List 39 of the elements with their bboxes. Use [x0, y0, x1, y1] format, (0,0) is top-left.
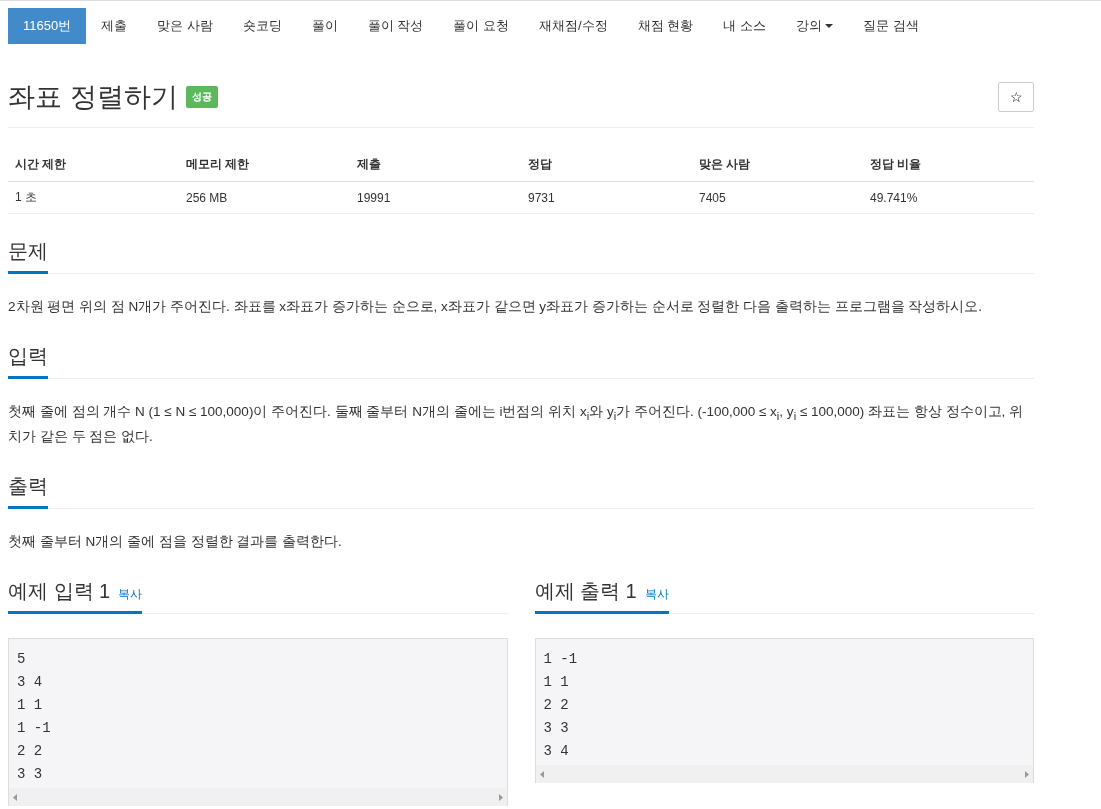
section-heading: 출력 [8, 473, 48, 509]
nav-tab[interactable]: 제출 [86, 8, 143, 44]
column-header: 메모리 제한 [179, 148, 350, 182]
problem-title: 좌표 정렬하기 [8, 81, 178, 114]
nav-tab[interactable]: 맞은 사람 [142, 8, 228, 44]
table-cell: 9731 [521, 181, 692, 214]
section-text: 첫째 줄부터 N개의 줄에 점을 정렬한 결과를 출력한다. [8, 533, 343, 551]
status-badge: 성공 [185, 86, 218, 108]
nav-tab[interactable]: 채점 현황 [622, 8, 709, 44]
nav-tab[interactable]: 내 소스 [708, 8, 781, 44]
nav-tab[interactable]: 질문 검색 [847, 8, 934, 44]
table-cell: 1 초 [8, 181, 179, 214]
nav-tab[interactable]: 풀이 요청 [438, 8, 525, 44]
table-cell: 49.741% [863, 181, 1034, 214]
copy-link[interactable]: 복사 [644, 586, 669, 603]
table-cell: 19991 [350, 181, 521, 214]
column-header: 정답 비율 [863, 148, 1034, 182]
column-header: 제출 [350, 148, 521, 182]
nav-tab[interactable]: 11650번 [8, 8, 87, 44]
nav-tab[interactable]: 숏코딩 [227, 8, 297, 44]
table-cell: 256 MB [179, 181, 350, 214]
nav-tab[interactable]: 풀이 작성 [352, 8, 439, 44]
section-heading: 입력 [8, 343, 48, 379]
section-text: 첫째 줄에 점의 개수 N (1 ≤ N ≤ 100,000)이 주어진다. 둘째 줄부터 N개의 줄에는 i번점의 위치 x$_{i}$와 y$_{i}$가 주어진다. (-100,000 ≤ x$_{i}$, y$_{i}$ ≤ 100,000) 좌표는 항상 정수이고, 위치가 같은 두 점은 없다. [8, 403, 1025, 446]
column-header: 시간 제한 [8, 148, 179, 182]
sample-heading: 예제 출력 1 [534, 579, 637, 604]
copy-link[interactable]: 복사 [118, 586, 143, 603]
nav-tab[interactable]: 풀이 [296, 8, 353, 44]
star-button[interactable]: ☆ [998, 82, 1034, 112]
column-header: 맞은 사람 [692, 148, 863, 182]
nav-dropdown[interactable]: 강의 [780, 8, 848, 44]
column-header: 정답 [521, 148, 692, 182]
section-heading: 문제 [8, 238, 48, 274]
sample-code: 5 3 4 1 1 1 -1 2 2 3 3 [16, 650, 52, 784]
nav-tab[interactable]: 재채점/수정 [524, 8, 623, 44]
table-cell: 7405 [692, 181, 863, 214]
sample-code: 1 -1 1 1 2 2 3 3 3 4 [542, 650, 579, 761]
sample-heading: 예제 입력 1 [8, 579, 111, 604]
section-text: 2차원 평면 위의 점 N개가 주어진다. 좌표를 x좌표가 증가하는 순으로, x좌표가 같으면 y좌표가 증가하는 순서로 정렬한 다음 출력하는 프로그램을 작성하시오. [8, 298, 984, 316]
